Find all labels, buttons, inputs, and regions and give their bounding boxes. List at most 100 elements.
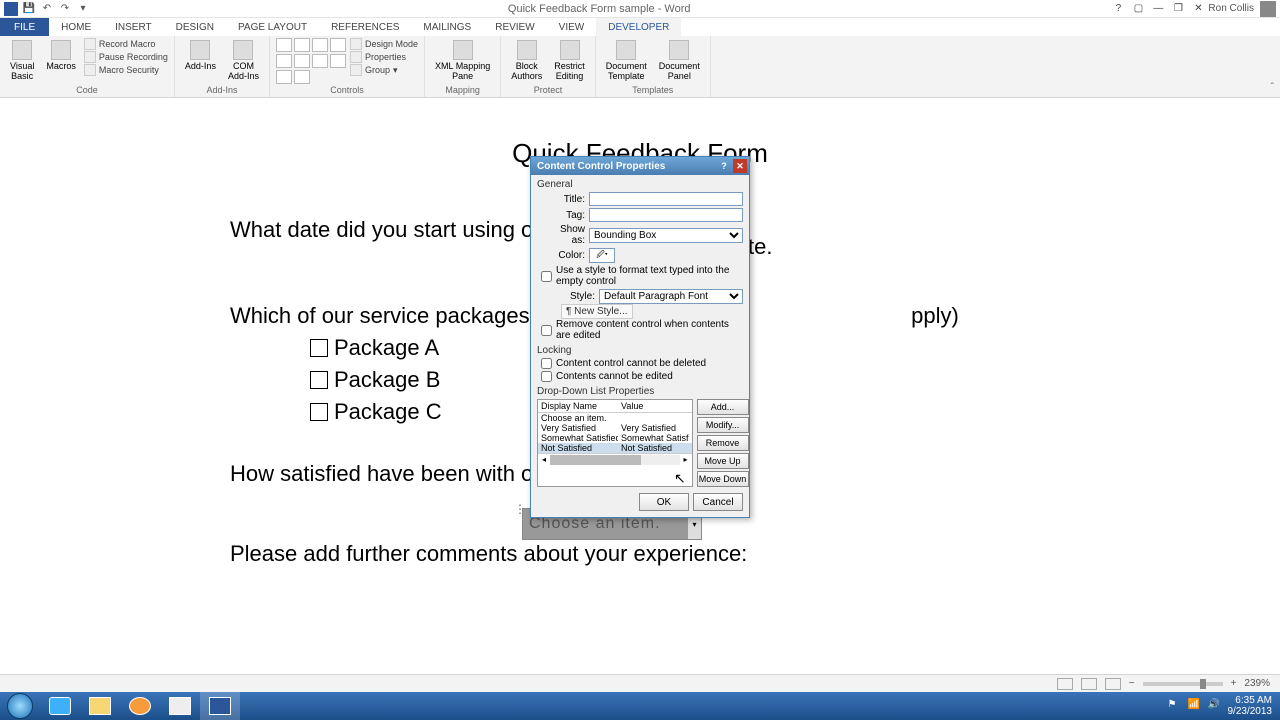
ddl-list[interactable]: Display NameValue Choose an item. Very S… (537, 399, 693, 487)
modify-button[interactable]: Modify... (697, 417, 749, 433)
scroll-thumb[interactable] (550, 455, 641, 465)
zoom-in-button[interactable]: + (1231, 678, 1237, 689)
label-style: Style: (555, 291, 595, 302)
checkbox-b[interactable] (310, 371, 328, 389)
taskbar-explorer[interactable] (80, 692, 120, 720)
block-authors-button[interactable]: Block Authors (507, 38, 546, 84)
zoom-value[interactable]: 239% (1244, 678, 1270, 689)
rich-text-control[interactable] (276, 38, 292, 52)
checkbox-use-style[interactable] (541, 271, 552, 282)
visual-basic-button[interactable]: Visual Basic (6, 38, 38, 84)
building-block-control[interactable] (330, 38, 346, 52)
help-icon[interactable]: ? (1108, 2, 1128, 16)
new-style-button[interactable]: ¶ New Style... (561, 304, 633, 319)
macros-icon (51, 40, 71, 60)
tray-flag-icon[interactable]: ⚑ (1168, 699, 1182, 713)
design-mode-button[interactable]: Design Mode (350, 38, 418, 50)
document-panel-button[interactable]: Document Panel (655, 38, 704, 84)
tab-file[interactable]: FILE (0, 18, 49, 36)
checkbox-no-delete[interactable] (541, 358, 552, 369)
dropdown-control[interactable] (312, 54, 328, 68)
dialog-help-button[interactable]: ? (717, 159, 731, 173)
move-up-button[interactable]: Move Up (697, 453, 749, 469)
taskbar-misc[interactable] (160, 692, 200, 720)
select-show-as[interactable]: Bounding Box (589, 228, 743, 243)
taskbar-media[interactable] (120, 692, 160, 720)
list-scrollbar[interactable]: ◂▸ (538, 453, 692, 465)
tab-developer[interactable]: DEVELOPER (596, 18, 681, 36)
ribbon-display-icon[interactable]: ▢ (1128, 2, 1148, 16)
dialog-close-button[interactable]: ✕ (733, 159, 747, 173)
restrict-editing-button[interactable]: Restrict Editing (550, 38, 589, 84)
label-use-style: Use a style to format text typed into th… (556, 265, 743, 287)
dialog-title: Content Control Properties (537, 161, 665, 172)
taskbar-word[interactable] (200, 692, 240, 720)
picture-control[interactable] (312, 38, 328, 52)
tab-review[interactable]: REVIEW (483, 18, 546, 36)
web-layout-view-icon[interactable] (1105, 678, 1121, 690)
doc-panel-icon (669, 40, 689, 60)
qat-dropdown-icon[interactable]: ▾ (76, 2, 90, 16)
add-button[interactable]: Add... (697, 399, 749, 415)
document-template-button[interactable]: Document Template (602, 38, 651, 84)
tray-network-icon[interactable]: 📶 (1188, 699, 1202, 713)
tab-view[interactable]: VIEW (547, 18, 597, 36)
user-name[interactable]: Ron Collis (1208, 3, 1254, 14)
combo-control[interactable] (294, 54, 310, 68)
addins-button[interactable]: Add-Ins (181, 38, 220, 74)
properties-button[interactable]: Properties (350, 51, 418, 63)
minimize-button[interactable]: — (1148, 2, 1168, 16)
zoom-out-button[interactable]: − (1129, 678, 1135, 689)
remove-button[interactable]: Remove (697, 435, 749, 451)
tab-page-layout[interactable]: PAGE LAYOUT (226, 18, 319, 36)
legacy-control[interactable] (294, 70, 310, 84)
taskbar-ie[interactable] (40, 692, 80, 720)
maximize-button[interactable]: ❐ (1168, 2, 1188, 16)
dialog-titlebar[interactable]: Content Control Properties ? ✕ (531, 157, 749, 175)
tab-references[interactable]: REFERENCES (319, 18, 411, 36)
undo-icon[interactable]: ↶ (40, 2, 54, 16)
ok-button[interactable]: OK (639, 493, 689, 511)
record-macro-button[interactable]: Record Macro (84, 38, 168, 50)
checkbox-c[interactable] (310, 403, 328, 421)
com-addins-icon (233, 40, 253, 60)
scroll-left-icon[interactable]: ◂ (538, 455, 550, 464)
move-down-button[interactable]: Move Down (697, 471, 749, 487)
tray-volume-icon[interactable]: 🔊 (1208, 699, 1222, 713)
scroll-right-icon[interactable]: ▸ (680, 455, 692, 464)
zoom-thumb[interactable] (1200, 679, 1206, 689)
select-style[interactable]: Default Paragraph Font (599, 289, 743, 304)
read-mode-view-icon[interactable] (1081, 678, 1097, 690)
color-picker[interactable]: 🖉▾ (589, 248, 615, 263)
input-tag[interactable] (589, 208, 743, 222)
user-avatar[interactable] (1260, 1, 1276, 17)
checkbox-a[interactable] (310, 339, 328, 357)
start-button[interactable] (0, 692, 40, 720)
close-button[interactable]: ✕ (1188, 2, 1208, 16)
macro-security-button[interactable]: Macro Security (84, 64, 168, 76)
tab-mailings[interactable]: MAILINGS (411, 18, 483, 36)
checkbox-no-edit[interactable] (541, 371, 552, 382)
cancel-button[interactable]: Cancel (693, 493, 743, 511)
tab-design[interactable]: DESIGN (164, 18, 226, 36)
date-control[interactable] (330, 54, 346, 68)
print-layout-view-icon[interactable] (1057, 678, 1073, 690)
taskbar-clock[interactable]: 6:35 AM 9/23/2013 (1228, 695, 1273, 717)
group-command-button[interactable]: Group ▾ (350, 64, 418, 76)
tab-insert[interactable]: INSERT (103, 18, 164, 36)
zoom-slider[interactable] (1143, 682, 1223, 686)
com-addins-button[interactable]: COM Add-Ins (224, 38, 263, 84)
redo-icon[interactable]: ↷ (58, 2, 72, 16)
tab-home[interactable]: HOME (49, 18, 103, 36)
input-title[interactable] (589, 192, 743, 206)
plain-text-control[interactable] (294, 38, 310, 52)
checkbox-remove-when-edited[interactable] (541, 325, 552, 336)
xml-mapping-pane-button[interactable]: XML Mapping Pane (431, 38, 494, 84)
collapse-ribbon-icon[interactable]: ˆ (1271, 82, 1274, 93)
record-icon (84, 38, 96, 50)
repeating-control[interactable] (276, 70, 292, 84)
pause-recording-button[interactable]: Pause Recording (84, 51, 168, 63)
macros-button[interactable]: Macros (42, 38, 80, 74)
checkbox-control[interactable] (276, 54, 292, 68)
save-icon[interactable]: 💾 (22, 2, 36, 16)
